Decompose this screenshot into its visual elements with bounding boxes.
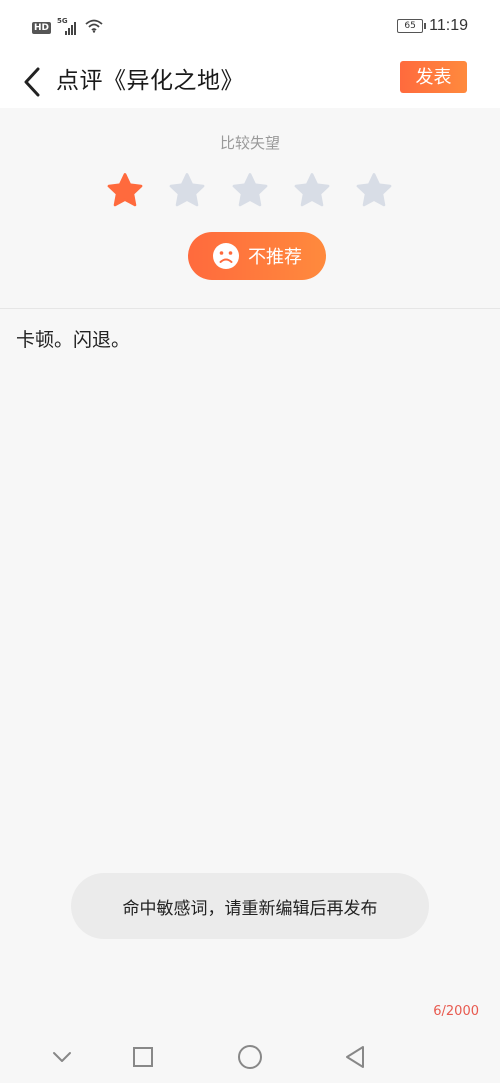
hd-badge: HD: [32, 21, 52, 34]
chevron-left-icon: [24, 67, 40, 97]
star-icon: [294, 173, 330, 207]
star-icon: [169, 173, 205, 207]
publish-button[interactable]: 发表: [400, 61, 467, 93]
review-input[interactable]: 卡顿。闪退。: [16, 326, 130, 354]
star-4[interactable]: [291, 170, 333, 212]
battery-icon: 65: [397, 19, 427, 33]
star-2[interactable]: [166, 170, 208, 212]
divider: [0, 308, 500, 309]
battery-level: 65: [404, 21, 416, 31]
star-1[interactable]: [104, 170, 146, 212]
clock: 11:19: [429, 17, 468, 34]
rating-section: 比较失望 不推荐: [0, 108, 500, 308]
status-bar: HD 5G 65 11:19: [0, 0, 500, 56]
rating-label: 比较失望: [219, 134, 280, 152]
not-recommend-button[interactable]: 不推荐: [188, 232, 326, 280]
star-icon: [107, 173, 143, 207]
circle-icon[interactable]: [235, 1042, 265, 1072]
status-indicators: HD 5G: [32, 16, 103, 37]
toast-message: 命中敏感词，请重新编辑后再发布: [71, 873, 429, 939]
status-right: 65 11:19: [397, 17, 468, 35]
star-3[interactable]: [229, 170, 271, 212]
network-type-label: 5G: [57, 16, 68, 25]
header: 点评《异化之地》 发表: [0, 56, 500, 108]
page-title: 点评《异化之地》: [56, 68, 244, 94]
star-5[interactable]: [353, 170, 395, 212]
system-navigation-bar: [0, 1030, 500, 1083]
triangle-back-icon[interactable]: [340, 1042, 370, 1072]
back-button[interactable]: [14, 62, 50, 102]
star-icon: [232, 173, 268, 207]
recommend-label: 不推荐: [248, 247, 302, 268]
char-count: 6/2000: [433, 1004, 479, 1019]
square-icon[interactable]: [128, 1042, 158, 1072]
star-icon: [356, 173, 392, 207]
cellular-signal-icon: 5G: [57, 16, 79, 36]
sad-face-icon: [213, 243, 239, 269]
wifi-icon: [85, 18, 103, 37]
chevron-down-icon[interactable]: [47, 1042, 77, 1072]
